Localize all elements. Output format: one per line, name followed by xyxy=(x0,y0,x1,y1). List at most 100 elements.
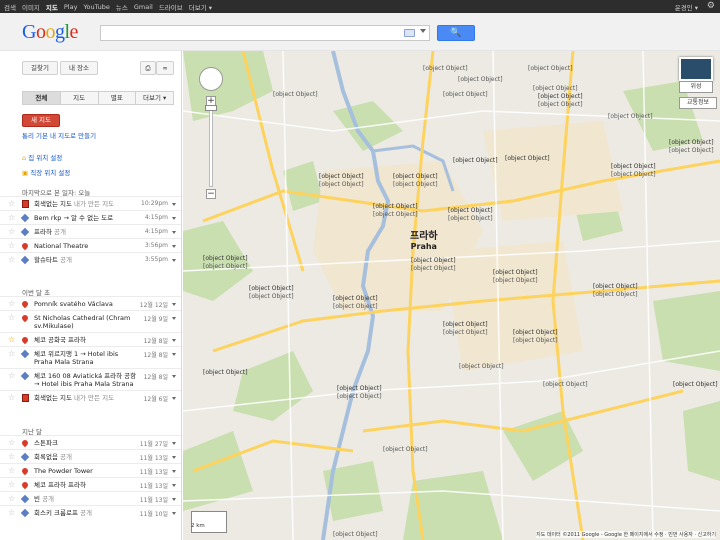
nav-more[interactable]: 더보기 ▾ xyxy=(189,2,212,12)
list-item[interactable]: ☆ 빈 공개 11월 13일 xyxy=(0,491,181,505)
chevron-down-icon[interactable] xyxy=(172,317,176,320)
home-location-link[interactable]: ⌂ 집 위치 설정 xyxy=(22,152,62,162)
chevron-down-icon[interactable] xyxy=(172,231,176,234)
list-item[interactable]: ☆ Bem rkp → 알 수 없는 도로 4:15pm xyxy=(0,210,181,224)
star-icon[interactable]: ☆ xyxy=(8,335,15,344)
list-item-title[interactable]: 회색없는 지도 내가 만든 지도 xyxy=(34,394,114,402)
chevron-down-icon[interactable] xyxy=(172,512,176,515)
chevron-down-icon[interactable] xyxy=(172,456,176,459)
chevron-down-icon[interactable] xyxy=(172,484,176,487)
work-location-link[interactable]: ▣ 직장 위치 설정 xyxy=(22,167,70,177)
search-input[interactable] xyxy=(103,27,393,39)
google-logo[interactable]: Google xyxy=(22,21,78,43)
list-item[interactable]: ☆ 체코 160 08 Aviatická 프라하 공항 → Hotel ibis … xyxy=(0,368,181,390)
chevron-down-icon[interactable] xyxy=(172,259,176,262)
get-directions-button[interactable]: 길찾기 xyxy=(22,61,58,75)
satellite-thumbnail[interactable] xyxy=(679,57,713,81)
list-item-title[interactable]: 체코 프라하 프라하 xyxy=(34,481,86,489)
chevron-down-icon[interactable] xyxy=(172,203,176,206)
list-item[interactable]: ☆ 회색없는 지도 내가 만든 지도 12월 6일 xyxy=(0,390,181,404)
nav-images[interactable]: 이미지 xyxy=(22,2,40,12)
list-item[interactable]: ☆ 체코 공화국 프라하 12월 8일 xyxy=(0,332,181,346)
list-item-title[interactable]: 스톤파크 xyxy=(34,439,58,447)
star-icon[interactable]: ☆ xyxy=(8,313,15,322)
list-item[interactable]: ☆ St Nicholas Cathedral (Chram sv.Mikulase… xyxy=(0,310,181,332)
star-icon[interactable]: ☆ xyxy=(8,480,15,489)
list-item-title[interactable]: 회색없는 지도 내가 만든 지도 xyxy=(34,200,114,208)
create-map-link[interactable]: 통리 기본 내 지도로 만들기 xyxy=(22,130,96,140)
chevron-down-icon[interactable] xyxy=(172,353,176,356)
tab-all[interactable]: 전체 xyxy=(22,91,60,105)
chevron-down-icon[interactable] xyxy=(172,339,176,342)
search-button[interactable]: 🔍 xyxy=(437,25,475,41)
star-icon[interactable]: ☆ xyxy=(8,349,15,358)
satellite-button[interactable]: 위성 xyxy=(679,81,713,93)
keyboard-icon[interactable] xyxy=(404,29,415,37)
list-item-title[interactable]: Pomník svatého Václava xyxy=(34,300,113,308)
star-icon[interactable]: ☆ xyxy=(8,371,15,380)
list-item-title[interactable]: 회록없음 공개 xyxy=(34,453,72,461)
pan-control[interactable] xyxy=(199,67,223,91)
chevron-down-icon[interactable] xyxy=(172,442,176,445)
tab-maps[interactable]: 지도 xyxy=(59,91,98,105)
list-item[interactable]: ☆ Pomník svatého Václava 12월 12일 xyxy=(0,296,181,310)
star-icon[interactable]: ☆ xyxy=(8,494,15,503)
gear-icon[interactable]: ⚙ xyxy=(707,1,715,12)
user-menu[interactable]: 윤경인 ▾ xyxy=(675,2,698,12)
chevron-down-icon[interactable] xyxy=(172,303,176,306)
nav-gmail[interactable]: Gmail xyxy=(134,3,153,11)
star-icon[interactable]: ☆ xyxy=(8,299,15,308)
chevron-down-icon[interactable] xyxy=(172,397,176,400)
list-item-title[interactable]: St Nicholas Cathedral (Chram sv.Mikulase) xyxy=(34,314,130,330)
list-item-title[interactable]: 빈 공개 xyxy=(34,495,54,503)
star-icon[interactable]: ☆ xyxy=(8,466,15,475)
list-item-title[interactable]: 체코 위르지맹 1 → Hotel ibis Praha Mala Strana xyxy=(34,350,118,366)
nav-play[interactable]: Play xyxy=(64,3,78,11)
list-item[interactable]: ☆ 체코 위르지맹 1 → Hotel ibis Praha Mala Strana… xyxy=(0,346,181,368)
star-icon[interactable]: ☆ xyxy=(8,227,15,236)
map-footer[interactable]: 지도 데이터 ©2011 Google - Google 한 페이지에서 수정 … xyxy=(536,531,716,538)
list-item[interactable]: ☆ 프라하 공개 4:15pm xyxy=(0,224,181,238)
traffic-button[interactable]: 교통정보 xyxy=(679,97,717,109)
tab-starred[interactable]: 별표 xyxy=(97,91,136,105)
star-icon[interactable]: ☆ xyxy=(8,508,15,517)
my-places-button[interactable]: 내 장소 xyxy=(60,61,98,75)
list-item[interactable]: ☆ 회록없음 공개 11월 13일 xyxy=(0,449,181,463)
list-item[interactable]: ☆ 스톤파크 11월 27일 xyxy=(0,435,181,449)
zoom-slider-handle[interactable] xyxy=(205,105,217,111)
list-item[interactable]: ☆ 회색없는 지도 내가 만든 지도 10:29pm xyxy=(0,196,181,210)
link-icon[interactable]: ∞ xyxy=(156,61,174,75)
nav-search[interactable]: 검색 xyxy=(4,2,16,12)
list-item[interactable]: ☆ 체코 프라하 프라하 11월 13일 xyxy=(0,477,181,491)
printer-icon[interactable]: ⎙ xyxy=(140,61,156,75)
list-item-title[interactable]: 체코 160 08 Aviatická 프라하 공항 → Hotel ibis P… xyxy=(34,372,136,388)
nav-news[interactable]: 뉴스 xyxy=(116,2,128,12)
tab-more[interactable]: 더보기 ▾ xyxy=(135,91,174,105)
list-item[interactable]: ☆ 할슈타트 공개 3:55pm xyxy=(0,252,181,266)
chevron-down-icon[interactable] xyxy=(172,217,176,220)
star-icon[interactable]: ☆ xyxy=(8,241,15,250)
star-icon[interactable]: ☆ xyxy=(8,393,15,402)
nav-maps[interactable]: 지도 xyxy=(46,2,58,12)
nav-drive[interactable]: 드라이브 xyxy=(159,2,183,12)
list-item-title[interactable]: 할슈타트 공개 xyxy=(34,256,72,264)
nav-youtube[interactable]: YouTube xyxy=(83,3,109,11)
chevron-down-icon[interactable] xyxy=(172,498,176,501)
star-icon[interactable]: ☆ xyxy=(8,213,15,222)
chevron-down-icon[interactable] xyxy=(172,245,176,248)
overview-minimap[interactable] xyxy=(191,511,227,533)
list-item-title[interactable]: The Powder Tower xyxy=(34,467,93,475)
new-map-button[interactable]: 새 지도 xyxy=(22,114,60,127)
zoom-out-button[interactable]: − xyxy=(206,189,216,199)
chevron-down-icon[interactable] xyxy=(172,470,176,473)
star-icon[interactable]: ☆ xyxy=(8,452,15,461)
list-item-title[interactable]: 프라하 공개 xyxy=(34,228,66,236)
list-item-title[interactable]: 체코 공화국 프라하 xyxy=(34,336,86,344)
star-icon[interactable]: ☆ xyxy=(8,199,15,208)
chevron-down-icon[interactable] xyxy=(172,375,176,378)
star-icon[interactable]: ☆ xyxy=(8,438,15,447)
star-icon[interactable]: ☆ xyxy=(8,255,15,264)
list-item[interactable]: ☆ National Theatre 3:56pm xyxy=(0,238,181,252)
zoom-slider[interactable] xyxy=(209,107,213,187)
chevron-down-icon[interactable] xyxy=(420,29,426,33)
